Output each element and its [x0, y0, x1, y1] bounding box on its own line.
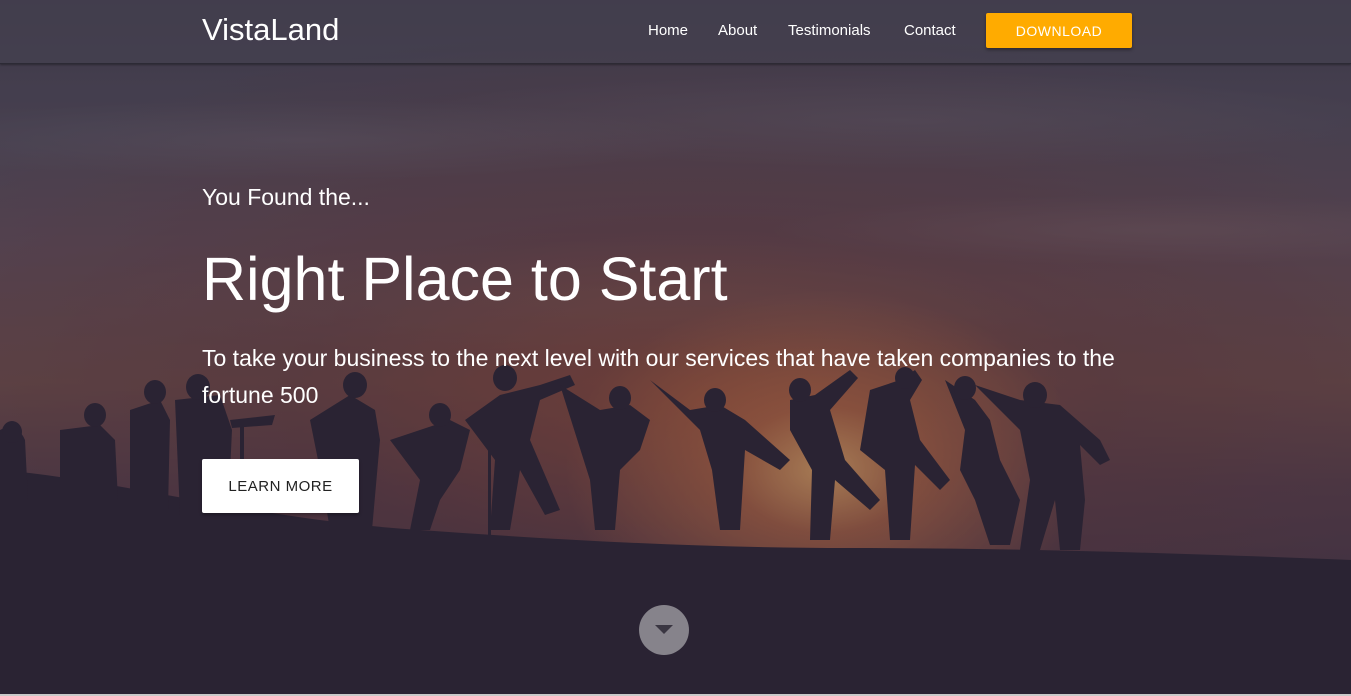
nav-link-testimonials[interactable]: Testimonials — [788, 22, 871, 39]
hero-subtext: To take your business to the next level … — [202, 345, 1115, 408]
top-navbar: VistaLand Home About Testimonials Contac… — [0, 0, 1351, 64]
hero-section: VistaLand Home About Testimonials Contac… — [0, 0, 1351, 696]
hero-eyebrow: You Found the... — [202, 184, 370, 210]
hero-headline: Right Place to Start — [202, 245, 728, 313]
download-button[interactable]: DOWNLOAD — [986, 13, 1132, 48]
learn-more-button[interactable]: LEARN MORE — [202, 459, 359, 513]
nav-link-contact[interactable]: Contact — [904, 22, 956, 39]
nav-link-home[interactable]: Home — [648, 22, 688, 39]
chevron-down-icon — [655, 625, 673, 634]
nav-link-about[interactable]: About — [718, 22, 757, 39]
scroll-down-button[interactable] — [639, 605, 689, 655]
brand-logo[interactable]: VistaLand — [202, 12, 339, 48]
